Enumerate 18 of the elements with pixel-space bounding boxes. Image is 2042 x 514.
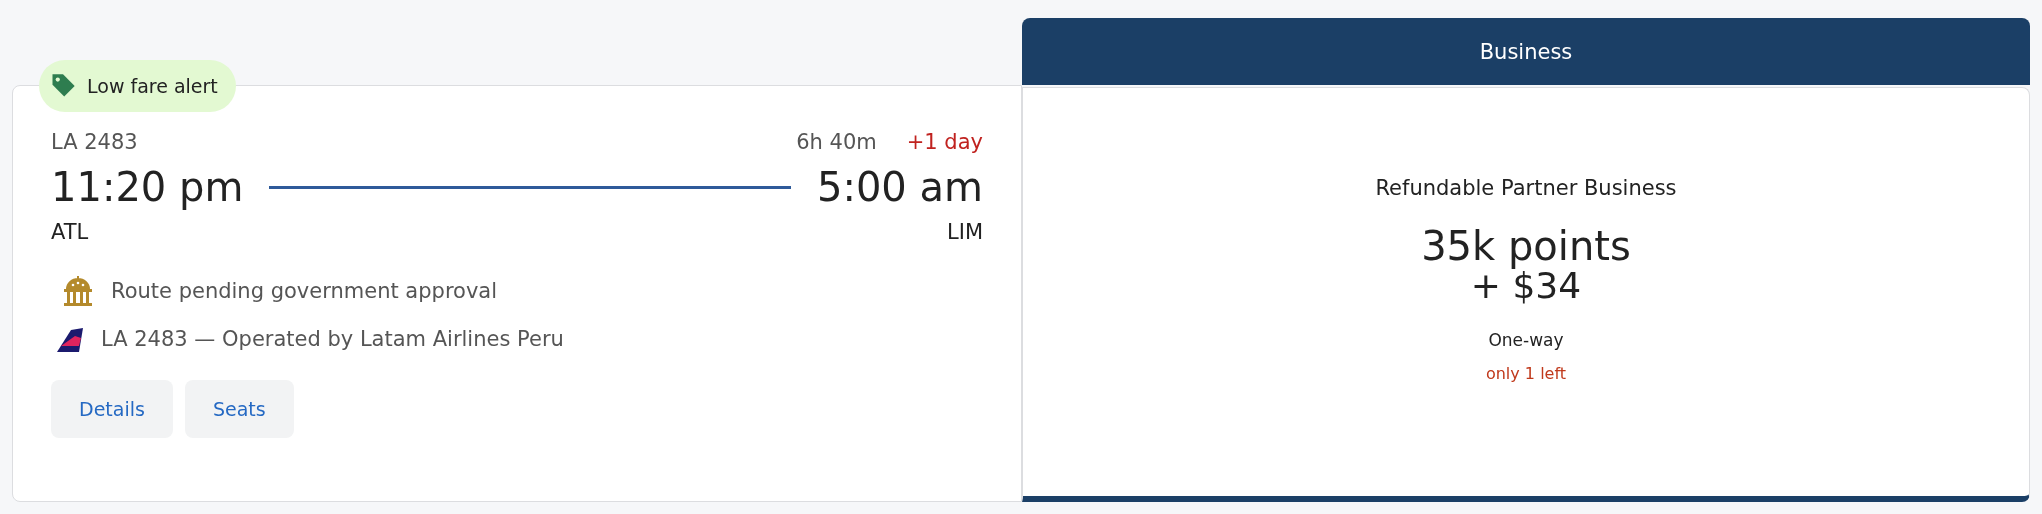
trip-type: One-way [1488, 329, 1564, 350]
flight-number: LA 2483 [51, 130, 138, 154]
origin-code: ATL [51, 220, 89, 244]
destination-code: LIM [947, 220, 983, 244]
departure-time: 11:20 pm [51, 164, 244, 210]
cabin-header: Business [1022, 18, 2030, 85]
seats-left: only 1 left [1485, 363, 1567, 383]
low-fare-badge: Low fare alert [39, 60, 236, 112]
fare-card[interactable]: Refundable Partner Business 35k points + $34 One-way only 1 left [1022, 87, 2030, 502]
notice-text: LA 2483 — Operated by Latam Airlines Peru [101, 327, 564, 351]
notice-text: Route pending government approval [111, 279, 498, 303]
flight-button[interactable]: Details [51, 380, 173, 438]
day-offset: +1 day [906, 130, 983, 154]
arrival-time: 5:00 am [817, 164, 983, 210]
fare-name: Refundable Partner Business [1375, 176, 1677, 200]
building-icon [61, 274, 95, 308]
duration: 6h 40m [796, 130, 877, 154]
flight-button[interactable]: Seats [184, 380, 294, 438]
